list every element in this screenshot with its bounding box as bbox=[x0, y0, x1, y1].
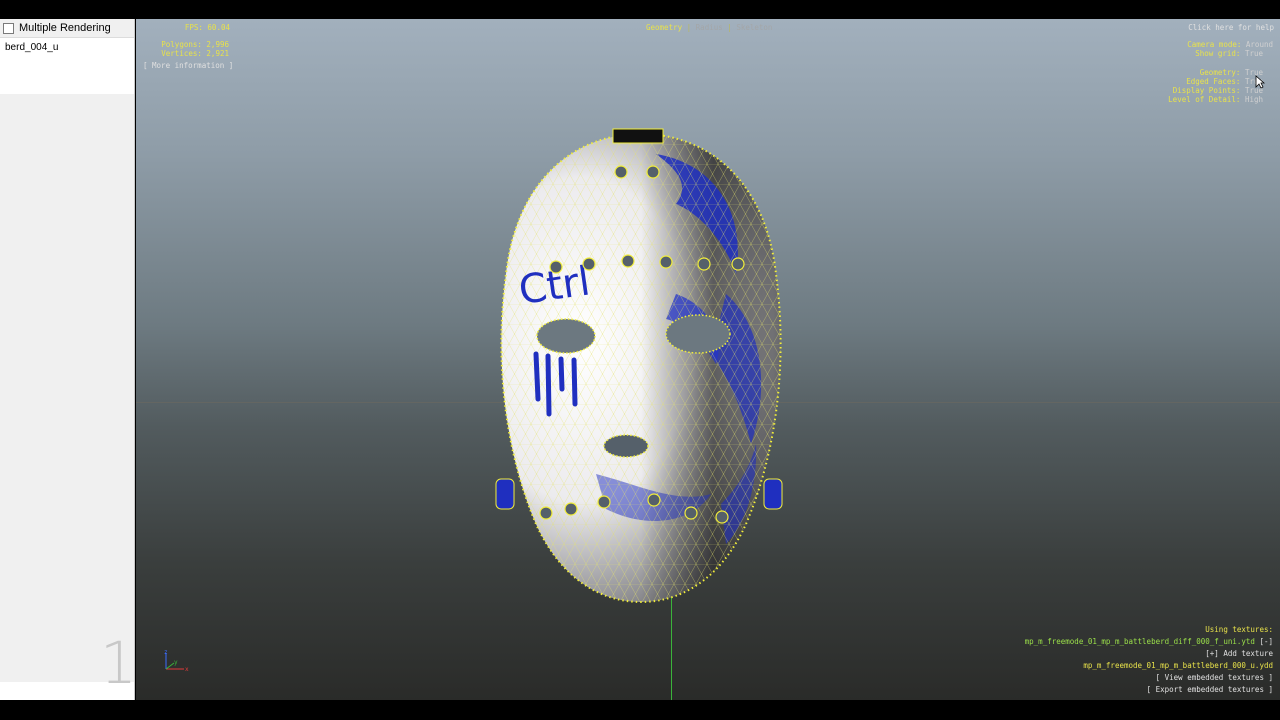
slot-number: 1 bbox=[100, 629, 137, 697]
camera-mode-value: Around bbox=[1245, 40, 1273, 49]
edged-faces-option[interactable]: Edged Faces: True bbox=[1096, 77, 1263, 86]
tab-skeleton[interactable]: Skeleton bbox=[736, 23, 772, 32]
axis-gizmo-icon: z y x bbox=[164, 649, 189, 673]
remove-texture-button[interactable]: [-] bbox=[1259, 637, 1273, 646]
show-grid-option[interactable]: Show grid: True bbox=[1096, 49, 1263, 58]
edged-faces-label: Edged Faces: bbox=[1186, 77, 1241, 86]
camera-mode-label: Camera mode: bbox=[1187, 40, 1242, 49]
panel-empty-area bbox=[0, 94, 134, 682]
camera-mode-option[interactable]: Camera mode: Around bbox=[1096, 40, 1273, 49]
more-information-link[interactable]: [ More information ] bbox=[143, 61, 233, 70]
letterbox-top bbox=[0, 0, 1280, 19]
left-strap bbox=[495, 478, 515, 510]
model-list-item[interactable]: berd_004_u bbox=[0, 38, 134, 57]
tab-separator: | bbox=[682, 23, 696, 32]
export-embedded-textures-button[interactable]: [ Export embedded textures ] bbox=[1016, 685, 1273, 694]
display-points-option[interactable]: Display Points: True bbox=[1096, 86, 1263, 95]
multiple-rendering-toggle[interactable]: Multiple Rendering bbox=[0, 19, 134, 37]
strap-mount bbox=[612, 128, 664, 144]
vertices-label: Vertices: bbox=[161, 49, 202, 58]
mask-surface bbox=[501, 134, 781, 602]
show-grid-value: True bbox=[1244, 49, 1263, 58]
axis-z-label: z bbox=[164, 649, 168, 656]
display-points-label: Display Points: bbox=[1172, 86, 1241, 95]
add-texture-button[interactable]: [+] Add texture bbox=[1016, 649, 1273, 658]
diffuse-texture-row: mp_m_freemode_01_mp_m_battleberd_diff_00… bbox=[996, 637, 1273, 646]
polygons-value: 2,996 bbox=[206, 40, 229, 49]
fps-label: FPS: bbox=[184, 23, 203, 32]
diffuse-texture-name[interactable]: mp_m_freemode_01_mp_m_battleberd_diff_00… bbox=[1025, 637, 1255, 646]
vertices-readout: Vertices: 2,921 bbox=[140, 49, 229, 58]
right-strap bbox=[763, 478, 783, 510]
grid-axis-line bbox=[671, 596, 672, 700]
fps-readout: FPS: 60.04 bbox=[160, 23, 230, 32]
right-eye-hole bbox=[665, 314, 731, 354]
3d-viewport[interactable]: FPS: 60.04 Polygons: 2,996 Vertices: 2,9… bbox=[136, 19, 1280, 700]
view-embedded-textures-button[interactable]: [ View embedded textures ] bbox=[1016, 673, 1273, 682]
tab-geometry[interactable]: Geometry bbox=[646, 23, 682, 32]
left-eye-hole bbox=[536, 318, 596, 354]
render-list-panel: Multiple Rendering berd_004_u 1 bbox=[0, 19, 137, 701]
level-of-detail-value: High bbox=[1244, 95, 1263, 104]
axis-y-label: y bbox=[174, 659, 178, 666]
view-mode-tabs: Geometry | Radius | Skeleton bbox=[646, 23, 772, 32]
mask-mesh[interactable]: Ctrl bbox=[476, 124, 806, 604]
mouse-cursor-icon bbox=[1255, 75, 1265, 89]
vertices-value: 2,921 bbox=[206, 49, 229, 58]
tab-separator: | bbox=[722, 23, 737, 32]
help-link[interactable]: Click here for help bbox=[1176, 23, 1274, 32]
fps-value: 60.04 bbox=[207, 23, 230, 32]
polygons-label: Polygons: bbox=[161, 40, 202, 49]
multiple-rendering-checkbox[interactable] bbox=[3, 22, 14, 34]
tab-radius[interactable]: Radius bbox=[696, 23, 723, 32]
mouth-hole bbox=[603, 434, 649, 458]
textures-heading: Using textures: bbox=[1205, 625, 1273, 634]
axis-x-label: x bbox=[185, 666, 189, 673]
multiple-rendering-label: Multiple Rendering bbox=[19, 22, 111, 34]
level-of-detail-label: Level of Detail: bbox=[1168, 95, 1241, 104]
level-of-detail-option[interactable]: Level of Detail: High bbox=[1096, 95, 1263, 104]
letterbox-bottom bbox=[0, 700, 1280, 720]
show-grid-label: Show grid: bbox=[1195, 49, 1241, 58]
geometry-label: Geometry: bbox=[1199, 68, 1241, 77]
polygons-readout: Polygons: 2,996 bbox=[140, 40, 229, 49]
geometry-option[interactable]: Geometry: True bbox=[1096, 68, 1263, 77]
model-file-name: mp_m_freemode_01_mp_m_battleberd_000_u.y… bbox=[1083, 661, 1273, 670]
